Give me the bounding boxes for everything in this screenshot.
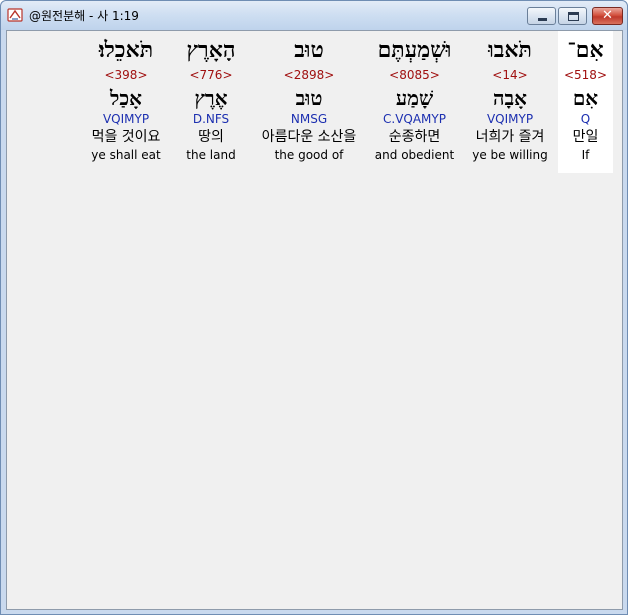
morphology-code: VQIMYP: [486, 112, 534, 126]
hebrew-word: תֹּאבוּ: [488, 37, 532, 63]
morphology-code: C.VQAMYP: [383, 112, 446, 126]
close-icon: ✕: [602, 8, 613, 23]
minimize-icon: [538, 18, 547, 21]
hebrew-word: אִם־: [567, 37, 604, 63]
english-gloss: ye shall eat: [91, 148, 161, 162]
hebrew-lemma: אֶרֶץ: [194, 86, 228, 110]
english-gloss: the good of: [274, 148, 344, 162]
window-title: @원전분해 - 사 1:19: [29, 9, 139, 23]
word-column-3[interactable]: וּשְׁמַעְתֶּם <8085> שָׁמַע C.VQAMYP 순종하…: [363, 31, 466, 173]
morphology-code: D.NFS: [192, 112, 230, 126]
english-gloss: the land: [186, 148, 236, 162]
maximize-button[interactable]: [558, 7, 587, 25]
korean-gloss: 너희가 즐겨: [475, 129, 545, 145]
hebrew-word: טוּב: [294, 37, 324, 63]
strong-number[interactable]: <776>: [171, 67, 251, 83]
hebrew-lemma: אָכַל: [110, 86, 142, 110]
english-gloss: If: [581, 148, 590, 162]
english-gloss: ye be willing: [472, 148, 548, 162]
strong-number[interactable]: <8085>: [363, 67, 466, 83]
hebrew-word: תֹּאכֵלוּ׃: [98, 37, 154, 63]
minimize-button[interactable]: [527, 7, 556, 25]
korean-gloss: 아름다운 소산을: [261, 129, 357, 145]
hebrew-lemma: אִם: [572, 86, 599, 110]
close-button[interactable]: ✕: [592, 7, 623, 25]
morphology-code: NMSG: [290, 112, 328, 126]
word-column-5[interactable]: הָאָרֶץ <776> אֶרֶץ D.NFS 땅의 the land: [171, 31, 251, 173]
hebrew-lemma: שָׁמַע: [395, 86, 434, 110]
title-bar[interactable]: @원전분해 - 사 1:19 ✕: [1, 1, 627, 30]
app-book-icon[interactable]: [7, 7, 23, 23]
hebrew-lemma: אָבָה: [493, 86, 527, 110]
word-column-4[interactable]: טוּב <2898> טוּב NMSG 아름다운 소산을 the good …: [245, 31, 373, 173]
korean-gloss: 땅의: [198, 129, 224, 145]
hebrew-lemma: טוּב: [295, 86, 323, 110]
morphology-code: Q: [580, 112, 591, 126]
word-column-1[interactable]: אִם־ <518> אִם Q 만일 If: [558, 31, 613, 173]
word-column-2[interactable]: תֹּאבוּ <14> אָבָה VQIMYP 너희가 즐겨 ye be w…: [468, 31, 552, 173]
korean-gloss: 순종하면: [388, 129, 441, 145]
morphology-code: VQIMYP: [102, 112, 150, 126]
maximize-icon: [568, 12, 579, 21]
hebrew-word: הָאָרֶץ: [186, 37, 236, 63]
strong-number[interactable]: <518>: [558, 67, 613, 83]
app-window: @원전분해 - 사 1:19 ✕ אִם־ <518> אִם Q 만일 If …: [0, 0, 628, 615]
hebrew-word: וּשְׁמַעְתֶּם: [377, 37, 452, 63]
korean-gloss: 만일: [572, 129, 599, 145]
interlinear-panel: אִם־ <518> אִם Q 만일 If תֹּאבוּ <14> אָבָ…: [6, 30, 623, 610]
strong-number[interactable]: <398>: [81, 67, 171, 83]
word-column-6[interactable]: תֹּאכֵלוּ׃ <398> אָכַל VQIMYP 먹을 것이요 ye …: [81, 31, 171, 173]
strong-number[interactable]: <14>: [468, 67, 552, 83]
korean-gloss: 먹을 것이요: [91, 129, 161, 145]
english-gloss: and obedient: [374, 148, 455, 162]
strong-number[interactable]: <2898>: [245, 67, 373, 83]
